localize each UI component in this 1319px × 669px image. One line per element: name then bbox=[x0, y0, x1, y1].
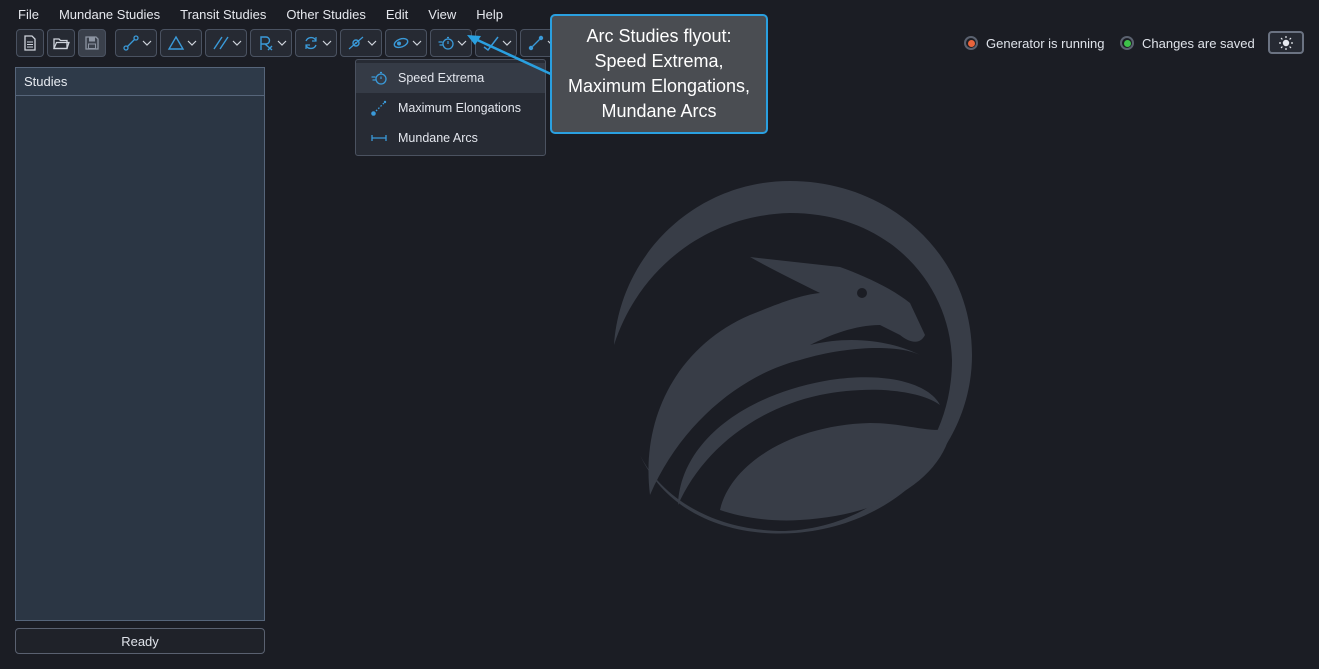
save-icon bbox=[85, 36, 99, 50]
menu-view[interactable]: View bbox=[418, 0, 466, 28]
changes-status-label: Changes are saved bbox=[1142, 35, 1255, 51]
flyout-item-label: Mundane Arcs bbox=[398, 131, 478, 145]
menu-transit-studies[interactable]: Transit Studies bbox=[170, 0, 276, 28]
eagle-logo-watermark bbox=[614, 181, 972, 534]
menu-file[interactable]: File bbox=[8, 0, 49, 28]
callout-arrow bbox=[467, 35, 554, 77]
flyout-item-maximum-elongations[interactable]: Maximum Elongations bbox=[356, 93, 545, 123]
chevron-down-icon bbox=[142, 40, 152, 46]
menu-help[interactable]: Help bbox=[466, 0, 513, 28]
triangle-icon bbox=[167, 35, 185, 50]
changes-status: Changes are saved bbox=[1120, 31, 1255, 55]
cycle-studies-dropdown[interactable] bbox=[295, 29, 337, 57]
studies-panel: Studies bbox=[15, 67, 265, 621]
chevron-down-icon bbox=[367, 40, 377, 46]
eclipse-icon bbox=[393, 37, 409, 49]
retrograde-studies-dropdown[interactable] bbox=[250, 29, 292, 57]
annotation-callout-text: Arc Studies flyout: Speed Extrema, Maxim… bbox=[567, 26, 751, 121]
open-folder-button[interactable] bbox=[47, 29, 75, 57]
save-button[interactable] bbox=[78, 29, 106, 57]
chevron-down-icon bbox=[187, 40, 197, 46]
new-file-button[interactable] bbox=[16, 29, 44, 57]
triangle-studies-dropdown[interactable] bbox=[160, 29, 202, 57]
menu-mundane-studies[interactable]: Mundane Studies bbox=[49, 0, 170, 28]
generator-status-dot bbox=[964, 36, 978, 50]
flyout-item-label: Maximum Elongations bbox=[398, 101, 521, 115]
stopwatch-icon bbox=[371, 71, 387, 85]
new-file-icon bbox=[24, 35, 36, 51]
eclipse-studies-dropdown[interactable] bbox=[385, 29, 427, 57]
aspect-line-icon bbox=[123, 35, 139, 51]
open-folder-icon bbox=[53, 38, 70, 50]
dotted-line-icon bbox=[371, 100, 387, 116]
generator-status-label: Generator is running bbox=[986, 35, 1105, 51]
orbit-studies-dropdown[interactable] bbox=[340, 29, 382, 57]
changes-status-dot bbox=[1120, 36, 1134, 50]
chevron-down-icon bbox=[322, 40, 332, 46]
menu-edit[interactable]: Edit bbox=[376, 0, 418, 28]
chevron-down-icon bbox=[232, 40, 242, 46]
speed-arc-icon bbox=[438, 36, 454, 50]
orbit-target-icon bbox=[348, 36, 364, 50]
chevron-down-icon bbox=[277, 40, 287, 46]
menu-other-studies[interactable]: Other Studies bbox=[276, 0, 376, 28]
parallel-lines-icon bbox=[213, 36, 229, 50]
studies-panel-title: Studies bbox=[16, 68, 264, 96]
cycle-icon bbox=[305, 36, 317, 50]
parallel-studies-dropdown[interactable] bbox=[205, 29, 247, 57]
status-bar-ready: Ready bbox=[15, 628, 265, 654]
retrograde-rx-icon bbox=[260, 36, 273, 51]
annotation-callout: Arc Studies flyout: Speed Extrema, Maxim… bbox=[550, 14, 768, 134]
aspect-studies-dropdown[interactable] bbox=[115, 29, 157, 57]
sun-icon bbox=[1279, 35, 1293, 50]
arc-span-icon bbox=[371, 135, 387, 141]
flyout-item-mundane-arcs[interactable]: Mundane Arcs bbox=[356, 123, 545, 153]
generator-status: Generator is running bbox=[964, 31, 1105, 55]
theme-toggle-button[interactable] bbox=[1268, 31, 1304, 54]
chevron-down-icon bbox=[412, 40, 422, 46]
